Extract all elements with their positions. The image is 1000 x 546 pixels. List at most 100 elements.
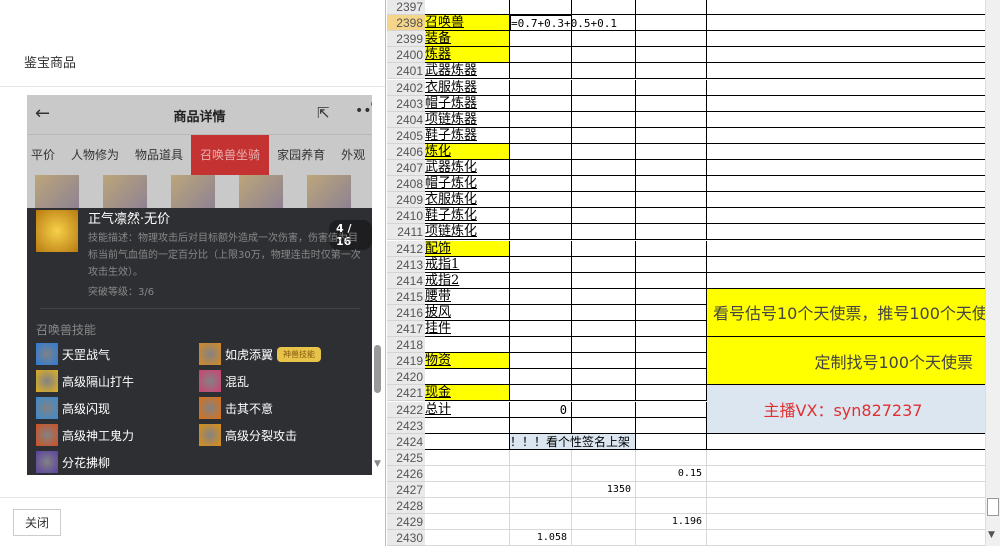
cell-d[interactable] [636, 417, 707, 434]
cell-d[interactable] [636, 337, 707, 354]
cell-d[interactable] [636, 176, 707, 193]
cell-a[interactable] [425, 465, 510, 482]
cell-a[interactable]: 衣服炼器 [425, 79, 510, 96]
cell-c[interactable] [572, 143, 636, 160]
row-number[interactable]: 2422 [387, 401, 425, 418]
cell-c[interactable] [572, 0, 636, 16]
cell-b[interactable] [510, 482, 572, 499]
cell-b[interactable] [510, 385, 572, 402]
cell-d[interactable] [636, 95, 707, 112]
cell-b[interactable] [510, 127, 572, 144]
cell-c[interactable] [572, 385, 636, 402]
cell-d[interactable]: 1.196 [636, 514, 707, 531]
cell-a[interactable]: 腰带 [425, 288, 510, 305]
cell-b[interactable] [510, 465, 572, 482]
row-number[interactable]: 2407 [387, 160, 425, 177]
spreadsheet-grid[interactable]: 2397 2398 召唤兽 =0.7+0.3+0.5+0.1 2399 装备 2400 炼器 2… [387, 0, 985, 546]
cell-d[interactable] [636, 208, 707, 225]
cell-a[interactable] [425, 337, 510, 354]
cell-a[interactable]: 戒指2 [425, 272, 510, 289]
cell-a[interactable]: 项链炼化 [425, 224, 510, 241]
row-number[interactable]: 2400 [387, 47, 425, 64]
cell-e[interactable] [707, 144, 985, 160]
cell-a[interactable] [425, 514, 510, 531]
cell-b[interactable] [510, 288, 572, 305]
cell-d[interactable] [636, 224, 707, 241]
cell-b[interactable] [510, 176, 572, 193]
cell-a[interactable] [425, 433, 510, 450]
cell-b[interactable]: 1.058 [510, 530, 572, 546]
pet-avatar[interactable] [103, 175, 147, 209]
tab-item[interactable]: 人物修为 [63, 135, 127, 175]
row-number[interactable]: 2398 [387, 15, 425, 32]
cell-d[interactable] [636, 433, 707, 450]
merged-ad-cell[interactable]: 主播VX：syn827237 [707, 385, 985, 434]
cell-a[interactable]: 项链炼器 [425, 111, 510, 128]
cell-b[interactable] [510, 192, 572, 209]
skill-item[interactable]: 混乱 [199, 370, 249, 392]
cell-b[interactable] [510, 304, 572, 321]
cell-a[interactable]: 召唤兽 [425, 15, 510, 32]
cell-c[interactable] [572, 417, 636, 434]
row-number[interactable]: 2413 [387, 256, 425, 273]
cell-a[interactable]: 帽子炼器 [425, 95, 510, 112]
cell-c[interactable] [572, 304, 636, 321]
cell-c[interactable] [572, 176, 636, 193]
cell-a[interactable] [425, 369, 510, 386]
cell-c[interactable] [572, 208, 636, 225]
cell-c[interactable]: 1350 [572, 482, 636, 499]
cell-b[interactable] [510, 79, 572, 96]
skill-item[interactable]: 高级隔山打牛 [36, 370, 134, 392]
more-icon[interactable]: ••• [355, 103, 372, 119]
skill-item[interactable]: 天罡战气 [36, 343, 110, 365]
cell-e[interactable] [707, 31, 985, 48]
cell-d[interactable] [636, 15, 707, 32]
cell-d[interactable] [636, 353, 707, 370]
row-number[interactable]: 2417 [387, 321, 425, 338]
cell-c[interactable] [572, 79, 636, 96]
pet-avatar[interactable] [35, 175, 79, 209]
scrollbar-thumb[interactable] [987, 498, 999, 516]
cell-b[interactable] [510, 31, 572, 48]
cell-a[interactable]: 现金 [425, 385, 510, 402]
cell-d[interactable] [636, 192, 707, 209]
row-number[interactable]: 2409 [387, 192, 425, 209]
cell-a[interactable]: 炼化 [425, 143, 510, 160]
cell-a[interactable]: 总计 [425, 401, 510, 418]
cell-e[interactable] [707, 112, 985, 128]
cell-d[interactable] [636, 321, 707, 338]
cell-e[interactable] [707, 224, 985, 241]
cell-d[interactable] [636, 127, 707, 144]
pet-avatar[interactable] [171, 175, 215, 209]
cell-e[interactable] [707, 0, 985, 16]
skill-item[interactable]: 高级神工鬼力 [36, 424, 134, 446]
cell-a[interactable] [425, 498, 510, 515]
cell-c[interactable] [572, 224, 636, 241]
skill-item[interactable]: 击其不意 [199, 397, 273, 419]
cell-d[interactable] [636, 369, 707, 386]
tab-item[interactable]: 家园养育 [269, 135, 333, 175]
cell-a[interactable]: 衣服炼化 [425, 192, 510, 209]
cell-b[interactable] [510, 224, 572, 241]
cell-c[interactable] [572, 63, 636, 80]
row-number[interactable]: 2418 [387, 337, 425, 354]
row-number[interactable]: 2420 [387, 369, 425, 386]
row-number[interactable]: 2429 [387, 514, 425, 531]
cell-a[interactable]: 武器炼器 [425, 63, 510, 80]
cell-c[interactable] [572, 127, 636, 144]
vertical-scrollbar[interactable]: ▼ [985, 0, 1000, 546]
cell-a[interactable]: 披风 [425, 304, 510, 321]
cell-d[interactable] [636, 160, 707, 177]
row-number[interactable]: 2411 [387, 224, 425, 241]
row-number[interactable]: 2408 [387, 176, 425, 193]
cell-d[interactable] [636, 111, 707, 128]
cell-e[interactable] [707, 15, 985, 32]
cell-b[interactable] [510, 0, 572, 16]
row-number[interactable]: 2425 [387, 449, 425, 466]
cell-c[interactable] [572, 321, 636, 338]
cell-c[interactable] [572, 240, 636, 257]
cell-d[interactable] [636, 385, 707, 402]
cell-d[interactable] [636, 79, 707, 96]
cell-b[interactable] [510, 95, 572, 112]
cell-b[interactable] [510, 272, 572, 289]
